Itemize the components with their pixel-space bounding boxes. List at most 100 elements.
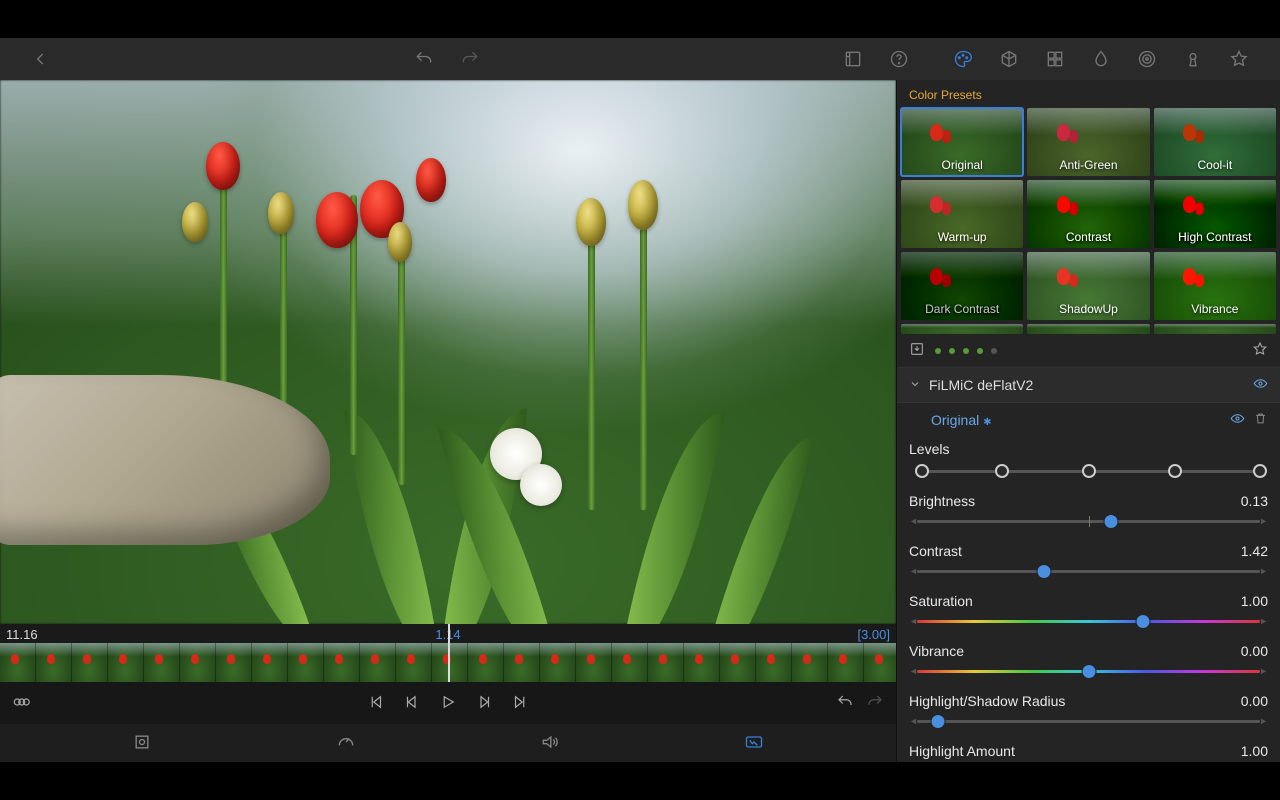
page-dot[interactable] (991, 348, 997, 354)
current-preset-section[interactable]: Original ✱ (897, 402, 1280, 437)
filmstrip-frame[interactable] (468, 643, 504, 682)
filmstrip-frame[interactable] (252, 643, 288, 682)
filmstrip-frame[interactable] (792, 643, 828, 682)
video-preview[interactable] (0, 80, 896, 624)
filmstrip-frame[interactable] (576, 643, 612, 682)
filmstrip-frame[interactable] (36, 643, 72, 682)
filmstrip-frame[interactable] (0, 643, 36, 682)
back-button[interactable] (28, 46, 54, 72)
visibility-toggle-icon[interactable] (1230, 411, 1245, 429)
skip-end-button[interactable] (511, 693, 529, 714)
filmstrip-frame[interactable] (396, 643, 432, 682)
library-icon[interactable] (840, 46, 866, 72)
filmstrip[interactable] (0, 643, 896, 682)
speed-tab-icon[interactable] (336, 732, 356, 755)
filmstrip-frame[interactable] (864, 643, 896, 682)
preset-label: Warm-up (938, 230, 987, 248)
color-tab-icon[interactable] (950, 46, 976, 72)
filmstrip-frame[interactable] (288, 643, 324, 682)
levels-knob[interactable] (995, 464, 1009, 478)
preset-label: ShadowUp (1059, 302, 1118, 320)
cube-tab-icon[interactable] (996, 46, 1022, 72)
preset-shadowup[interactable]: ShadowUp (1027, 252, 1149, 320)
delete-preset-icon[interactable] (1253, 411, 1268, 429)
filmstrip-frame[interactable] (612, 643, 648, 682)
levels-slider[interactable] (915, 462, 1262, 480)
spiral-tab-icon[interactable] (1134, 46, 1160, 72)
preset-anti-green[interactable]: Anti-Green (1027, 108, 1149, 176)
filmstrip-frame[interactable] (360, 643, 396, 682)
skip-start-button[interactable] (367, 693, 385, 714)
play-button[interactable] (439, 693, 457, 714)
redo-transport-button[interactable] (866, 693, 884, 714)
levels-knob[interactable] (1082, 464, 1096, 478)
tulip-shape (576, 198, 606, 246)
page-dot[interactable] (949, 348, 955, 354)
contrast-slider[interactable]: ◄ ► (917, 564, 1260, 580)
color-bottom-tab-icon[interactable] (744, 732, 764, 755)
help-icon[interactable] (886, 46, 912, 72)
import-preset-button[interactable] (909, 341, 925, 360)
preset-dark-contrast[interactable]: Dark Contrast (901, 252, 1023, 320)
grid-tab-icon[interactable] (1042, 46, 1068, 72)
drop-tab-icon[interactable] (1088, 46, 1114, 72)
timeline[interactable]: 11.16 1.14 [3.00] (0, 624, 896, 682)
vibrance-slider[interactable]: ◄ ► (917, 664, 1260, 680)
hsradius-slider[interactable]: ◄ ► (917, 714, 1260, 730)
step-forward-button[interactable] (475, 693, 493, 714)
param-label: Highlight/Shadow Radius (909, 693, 1065, 709)
page-dot[interactable] (977, 348, 983, 354)
filmstrip-frame[interactable] (828, 643, 864, 682)
filmstrip-frame[interactable] (72, 643, 108, 682)
preset-peek[interactable] (1027, 324, 1149, 334)
preset-original[interactable]: Original (901, 108, 1023, 176)
filmstrip-frame[interactable] (432, 643, 468, 682)
filmstrip-frame[interactable] (216, 643, 252, 682)
filmstrip-frame[interactable] (504, 643, 540, 682)
letterbox-top (0, 0, 1280, 38)
undo-button[interactable] (411, 46, 437, 72)
levels-knob[interactable] (1253, 464, 1267, 478)
page-dot[interactable] (935, 348, 941, 354)
filmstrip-frame[interactable] (144, 643, 180, 682)
preset-cool-it[interactable]: Cool-it (1154, 108, 1276, 176)
lut-section[interactable]: FiLMiC deFlatV2 (897, 367, 1280, 402)
filmstrip-frame[interactable] (324, 643, 360, 682)
keyhole-tab-icon[interactable] (1180, 46, 1206, 72)
flower-shape (520, 464, 562, 506)
preset-warm-up[interactable]: Warm-up (901, 180, 1023, 248)
filmstrip-frame[interactable] (180, 643, 216, 682)
visibility-toggle-icon[interactable] (1253, 376, 1268, 394)
preset-peek[interactable] (1154, 324, 1276, 334)
star-tab-icon[interactable] (1226, 46, 1252, 72)
filmstrip-frame[interactable] (720, 643, 756, 682)
preset-peek[interactable] (901, 324, 1023, 334)
preset-label: Anti-Green (1059, 158, 1117, 176)
preset-page-dots[interactable] (935, 348, 997, 354)
favorite-preset-button[interactable] (1252, 341, 1268, 360)
levels-knob[interactable] (915, 464, 929, 478)
preset-vibrance[interactable]: Vibrance (1154, 252, 1276, 320)
audio-tab-icon[interactable] (540, 732, 560, 755)
filmstrip-frame[interactable] (648, 643, 684, 682)
crop-tab-icon[interactable] (132, 732, 152, 755)
loop-mode-icon[interactable] (12, 693, 30, 714)
levels-knob[interactable] (1168, 464, 1182, 478)
param-label: Vibrance (909, 643, 964, 659)
page-dot[interactable] (963, 348, 969, 354)
filmstrip-frame[interactable] (540, 643, 576, 682)
param-value: 0.13 (1241, 493, 1268, 509)
step-back-button[interactable] (403, 693, 421, 714)
filmstrip-frame[interactable] (756, 643, 792, 682)
preset-contrast[interactable]: Contrast (1027, 180, 1149, 248)
playhead[interactable] (448, 643, 450, 682)
saturation-slider[interactable]: ◄ ► (917, 614, 1260, 630)
filmstrip-frame[interactable] (108, 643, 144, 682)
stem-shape (588, 230, 595, 510)
brightness-slider[interactable]: ◄ ► (917, 514, 1260, 530)
undo-transport-button[interactable] (836, 693, 854, 714)
filmstrip-frame[interactable] (684, 643, 720, 682)
modified-indicator-icon: ✱ (983, 417, 991, 428)
redo-button[interactable] (457, 46, 483, 72)
preset-high-contrast[interactable]: High Contrast (1154, 180, 1276, 248)
